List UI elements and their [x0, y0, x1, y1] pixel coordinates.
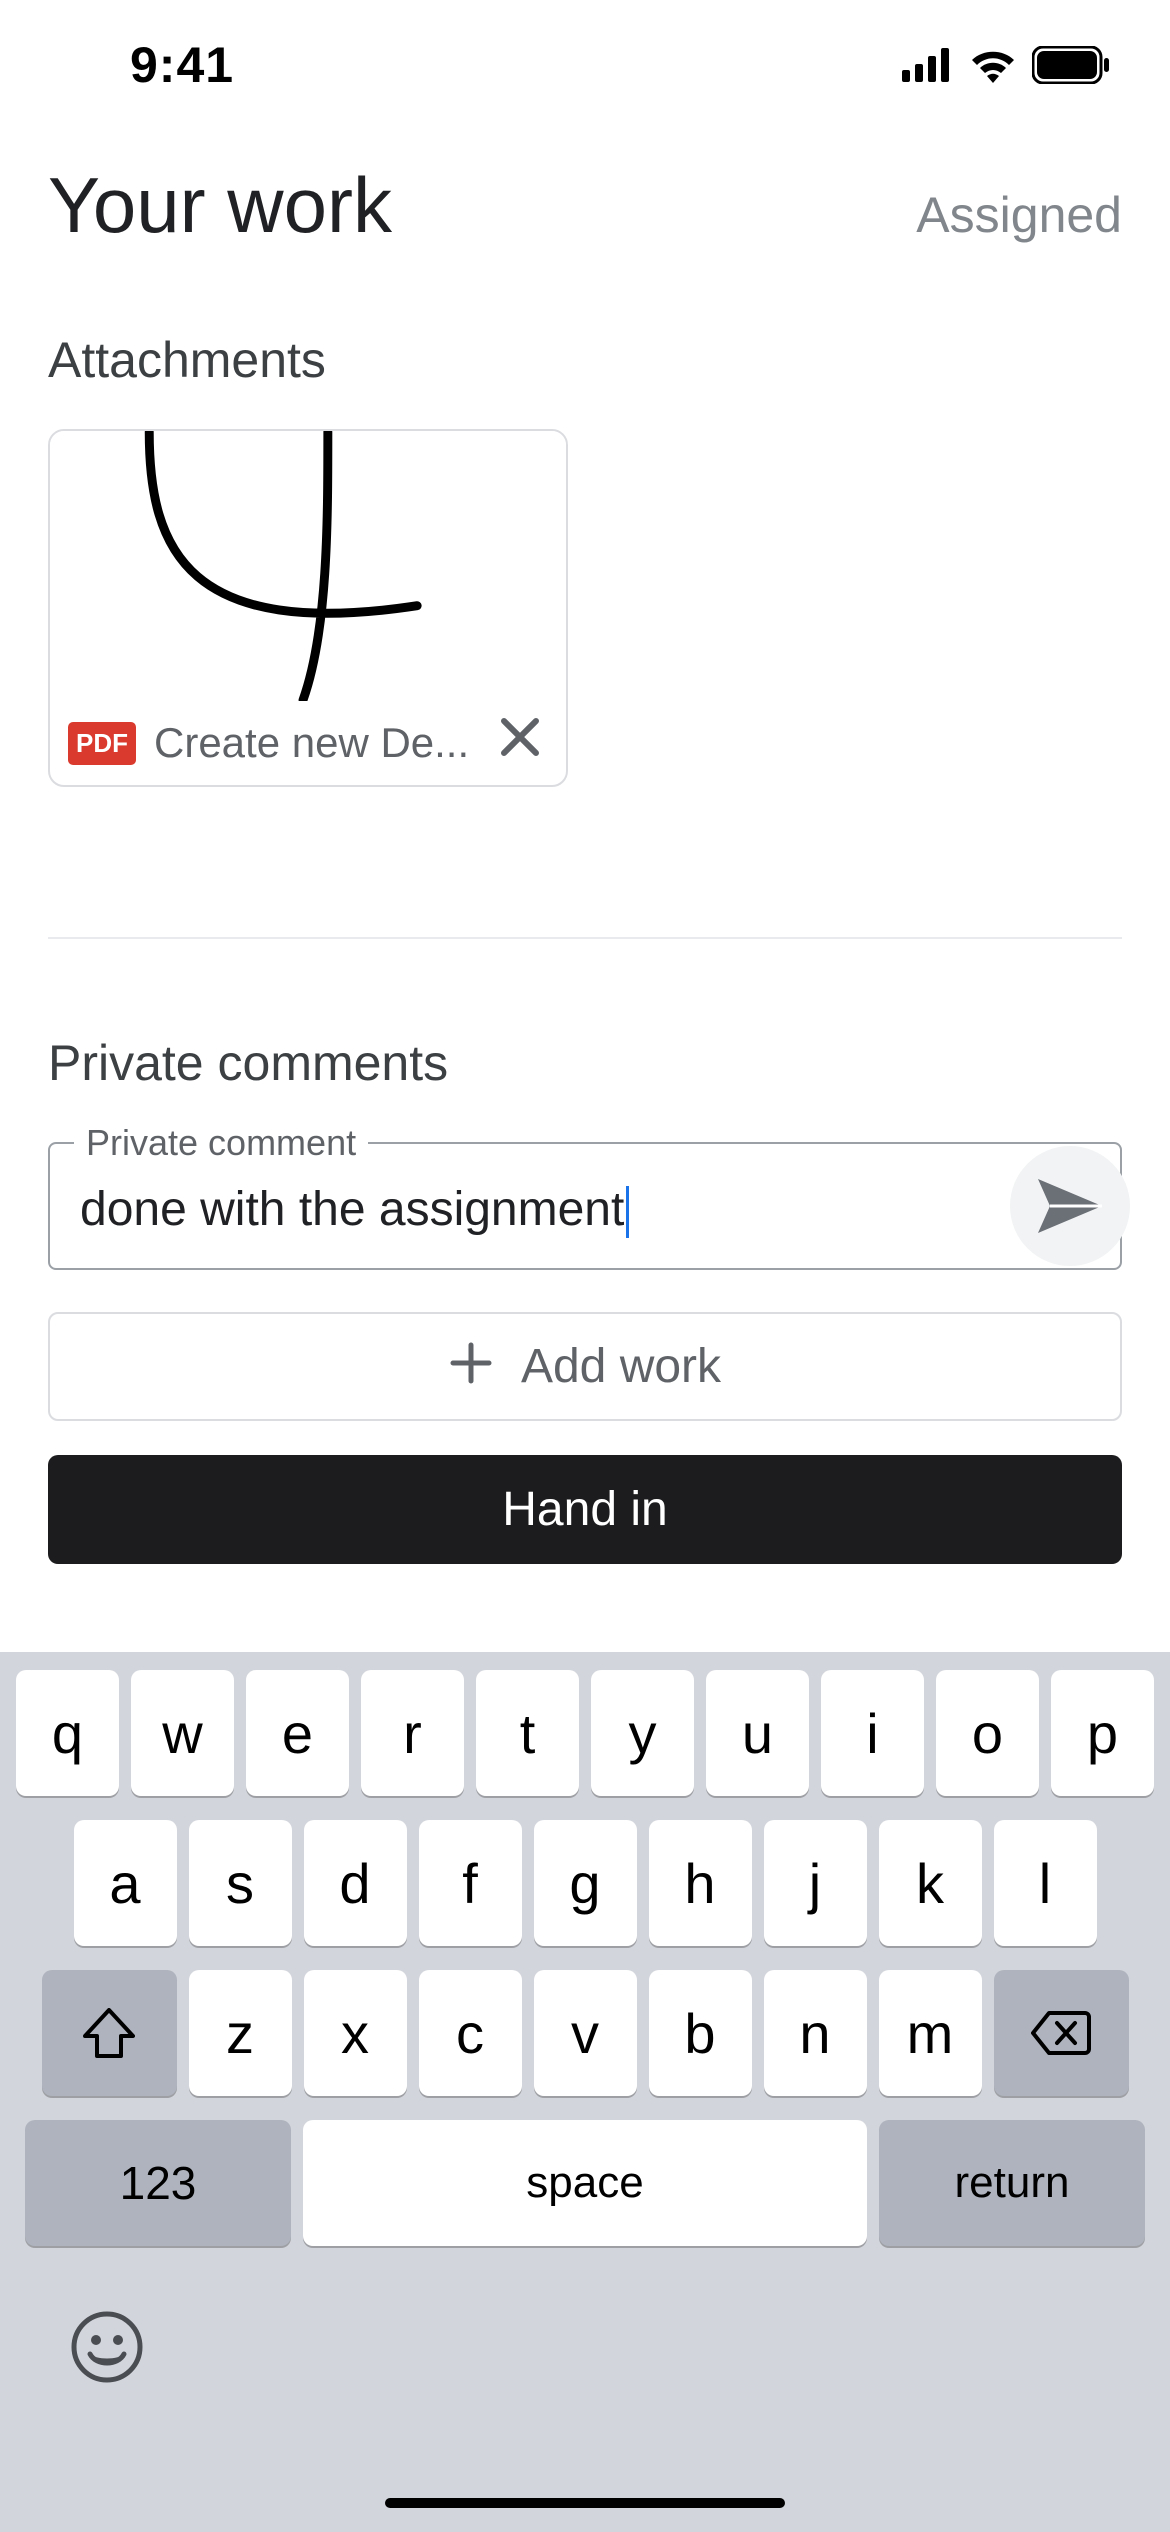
close-icon: [498, 715, 542, 759]
assignment-status: Assigned: [916, 186, 1122, 244]
status-bar: 9:41: [0, 0, 1170, 130]
backspace-icon: [1031, 2011, 1091, 2055]
remove-attachment-button[interactable]: [492, 715, 548, 771]
key-q[interactable]: q: [16, 1670, 119, 1796]
send-icon: [1036, 1177, 1104, 1235]
key-u[interactable]: u: [706, 1670, 809, 1796]
battery-icon: [1032, 46, 1110, 84]
key-d[interactable]: d: [304, 1820, 407, 1946]
hand-in-label: Hand in: [502, 1482, 667, 1537]
key-h[interactable]: h: [649, 1820, 752, 1946]
return-key[interactable]: return: [879, 2120, 1145, 2246]
key-b[interactable]: b: [649, 1970, 752, 2096]
key-s[interactable]: s: [189, 1820, 292, 1946]
section-divider: [48, 937, 1122, 939]
attachment-card[interactable]: PDF Create new De...: [48, 429, 568, 787]
key-g[interactable]: g: [534, 1820, 637, 1946]
private-comment-field[interactable]: Private comment done with the assignment: [48, 1142, 1122, 1270]
space-key[interactable]: space: [303, 2120, 867, 2246]
attachment-thumbnail: [50, 431, 566, 701]
ios-keyboard: qwertyuiop asdfghjkl zxcvbnm 123 space r…: [0, 1652, 1170, 2532]
key-r[interactable]: r: [361, 1670, 464, 1796]
wifi-icon: [968, 47, 1018, 83]
key-o[interactable]: o: [936, 1670, 1039, 1796]
attachments-section-title: Attachments: [48, 331, 1122, 389]
shift-key[interactable]: [42, 1970, 177, 2096]
key-t[interactable]: t: [476, 1670, 579, 1796]
status-time: 9:41: [130, 36, 234, 94]
key-e[interactable]: e: [246, 1670, 349, 1796]
add-work-label: Add work: [521, 1339, 721, 1394]
key-k[interactable]: k: [879, 1820, 982, 1946]
comments-section-title: Private comments: [48, 1034, 1122, 1092]
home-indicator[interactable]: [385, 2498, 785, 2508]
key-j[interactable]: j: [764, 1820, 867, 1946]
plus-icon: [449, 1336, 493, 1398]
add-work-button[interactable]: Add work: [48, 1312, 1122, 1421]
emoji-icon: [70, 2310, 144, 2384]
delete-key[interactable]: [994, 1970, 1129, 2096]
status-icons: [902, 46, 1110, 84]
key-n[interactable]: n: [764, 1970, 867, 2096]
key-y[interactable]: y: [591, 1670, 694, 1796]
attachment-filename: Create new De...: [154, 719, 474, 767]
key-z[interactable]: z: [189, 1970, 292, 2096]
key-m[interactable]: m: [879, 1970, 982, 2096]
key-a[interactable]: a: [74, 1820, 177, 1946]
key-p[interactable]: p: [1051, 1670, 1154, 1796]
emoji-key[interactable]: [70, 2310, 144, 2384]
private-comment-input[interactable]: done with the assignment: [80, 1182, 1090, 1238]
shift-icon: [83, 2008, 135, 2058]
key-x[interactable]: x: [304, 1970, 407, 2096]
header-row: Your work Assigned: [48, 160, 1122, 251]
comment-field-label: Private comment: [74, 1122, 368, 1164]
attachment-footer: PDF Create new De...: [50, 701, 566, 785]
cellular-icon: [902, 48, 954, 82]
hand-in-button[interactable]: Hand in: [48, 1455, 1122, 1564]
key-v[interactable]: v: [534, 1970, 637, 2096]
key-f[interactable]: f: [419, 1820, 522, 1946]
page-title: Your work: [48, 160, 392, 251]
numbers-key[interactable]: 123: [25, 2120, 291, 2246]
key-w[interactable]: w: [131, 1670, 234, 1796]
send-comment-button[interactable]: [1010, 1146, 1130, 1266]
key-l[interactable]: l: [994, 1820, 1097, 1946]
pdf-badge-icon: PDF: [68, 722, 136, 765]
key-i[interactable]: i: [821, 1670, 924, 1796]
key-c[interactable]: c: [419, 1970, 522, 2096]
